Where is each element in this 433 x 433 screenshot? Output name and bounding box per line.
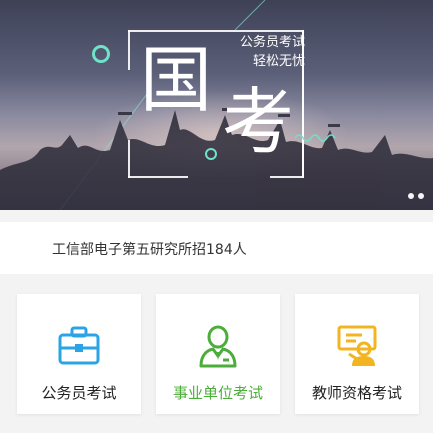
news-ticker[interactable]: 工信部电子第五研究所招184人	[0, 222, 433, 274]
frame-edge	[128, 140, 130, 178]
category-label: 教师资格考试	[311, 384, 402, 402]
person-icon	[199, 325, 237, 368]
ring-decoration	[92, 45, 110, 63]
carousel-dot[interactable]	[418, 193, 424, 199]
category-card-public-institution[interactable]: 事业单位考试	[156, 294, 280, 414]
banner-title-char-1: 国	[140, 38, 213, 122]
frame-edge	[270, 176, 304, 178]
teacher-board-icon	[337, 325, 377, 366]
briefcase-icon	[58, 326, 100, 365]
carousel-dot-active[interactable]	[408, 193, 414, 199]
exam-categories: 公务员考试 事业单位考试 教师资格考试	[0, 284, 433, 433]
banner-slogan-line-1: 公务员考试	[239, 35, 305, 50]
carousel-indicator[interactable]	[408, 193, 424, 199]
category-card-civil-service[interactable]: 公务员考试	[17, 294, 141, 414]
category-label: 公务员考试	[41, 384, 117, 402]
banner-slogan-line-2: 轻松无忧	[252, 54, 305, 69]
ring-decoration	[205, 148, 217, 160]
category-card-teacher-qualification[interactable]: 教师资格考试	[295, 294, 419, 414]
banner-title-char-2: 考	[222, 80, 295, 164]
wave-decoration	[295, 134, 336, 142]
hero-banner[interactable]: 国 考 公务员考试 轻松无忧	[0, 0, 433, 210]
news-headline[interactable]: 工信部电子第五研究所招184人	[52, 239, 247, 259]
category-label: 事业单位考试	[172, 384, 263, 402]
frame-edge	[128, 176, 188, 178]
